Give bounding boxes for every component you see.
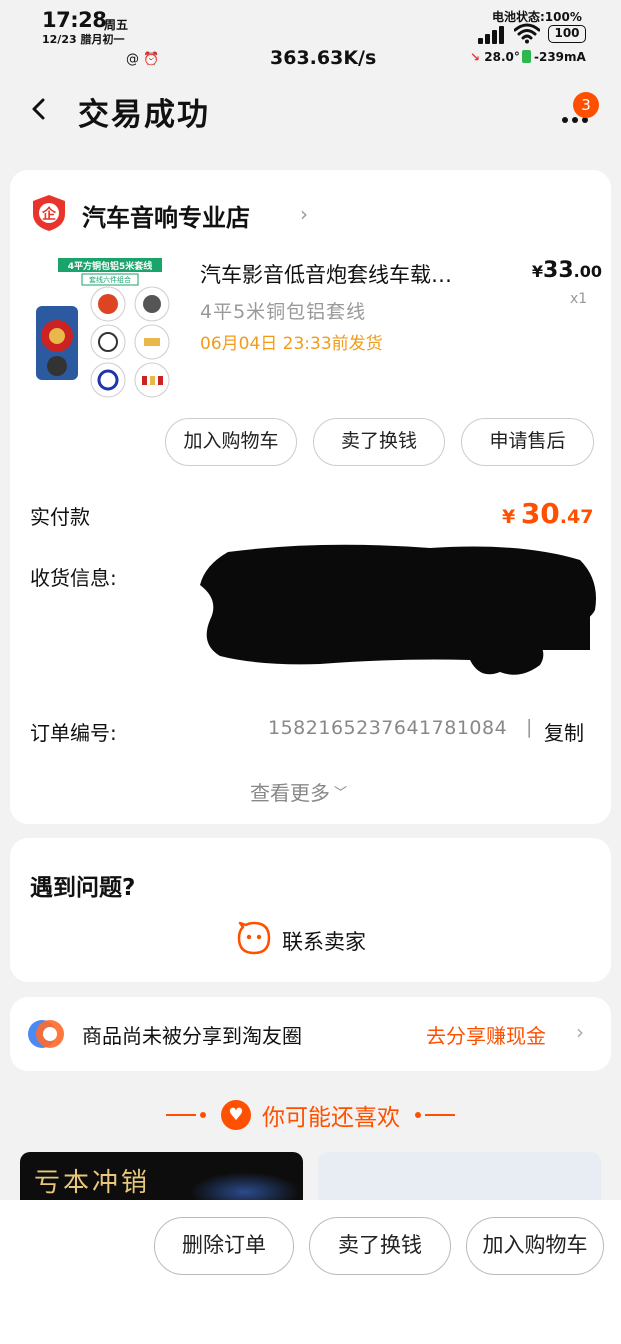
notification-badge: 3	[573, 92, 599, 118]
after-sale-button[interactable]: 申请售后	[461, 418, 594, 466]
shop-name[interactable]: 汽车音响专业店	[82, 198, 250, 233]
product-image-sub: 套线六件组合	[89, 275, 131, 284]
status-bar: 17:28 周五 12/23 腊月初一 @ ⏰ 363.63K/s 电池状态:1…	[0, 0, 621, 76]
problem-card: 遇到问题? 联系卖家	[10, 838, 611, 982]
shop-logo-icon: 企	[33, 195, 65, 231]
paid-symbol: ¥	[502, 506, 516, 528]
current-readout: -239mA	[522, 50, 586, 64]
charging-icon	[522, 50, 531, 63]
bottom-action-bar: 删除订单 卖了换钱 加入购物车	[0, 1200, 621, 1344]
order-card: 企 汽车音响专业店 › 4平方铜包铝5米套线 套线六件组合 汽车影音低音炮套线车…	[10, 170, 611, 824]
contact-seller-label: 联系卖家	[282, 930, 366, 954]
price-symbol: ¥	[531, 262, 544, 281]
order-number-label: 订单编号:	[30, 721, 117, 745]
heart-icon: ♥	[220, 1100, 251, 1130]
price-decimal: .00	[573, 262, 602, 281]
current-value: -239mA	[534, 50, 586, 64]
taoyou-circle-icon	[28, 1020, 64, 1048]
chevron-right-icon: ›	[300, 202, 308, 226]
divider-dot	[415, 1112, 422, 1118]
thermometer-icon: ↘	[470, 50, 481, 64]
status-left-icons: @ ⏰	[126, 52, 160, 67]
resell-button[interactable]: 卖了换钱	[309, 1217, 451, 1275]
back-arrow-icon[interactable]	[24, 94, 54, 124]
signal-icon	[478, 26, 506, 44]
shop-row[interactable]: 企 汽车音响专业店 ›	[32, 194, 592, 232]
more-button[interactable]: 3	[556, 92, 599, 128]
product-price: ¥33.00	[522, 258, 602, 283]
product-quantity: x1	[570, 291, 588, 307]
chevron-right-icon: ›	[576, 1020, 584, 1044]
product-image-banner: 4平方铜包铝5米套线	[68, 260, 153, 272]
product-title[interactable]: 汽车影音低音炮套线车载…	[200, 259, 500, 289]
product-spec: 4平5米铜包铝套线	[200, 301, 367, 323]
network-speed: 363.63K/s	[270, 47, 377, 69]
order-number: 1582165237641781084	[268, 717, 508, 739]
share-status-text: 商品尚未被分享到淘友圈	[82, 1024, 302, 1048]
svg-text:企: 企	[41, 206, 57, 223]
resell-button[interactable]: 卖了换钱	[313, 418, 445, 466]
divider-dot	[199, 1112, 206, 1118]
price-integer: 33	[543, 258, 574, 283]
view-more-button[interactable]: 查看更多 ﹀	[250, 777, 347, 806]
paid-amount: ¥ 30.47	[502, 497, 593, 530]
page-title: 交易成功	[78, 97, 210, 133]
nav-bar: 交易成功 3	[0, 80, 621, 144]
product-image[interactable]: 4平方铜包铝5米套线 套线六件组合	[32, 256, 180, 406]
recommend-title: 你可能还喜欢	[262, 1105, 401, 1131]
address-label: 收货信息:	[30, 566, 117, 590]
share-card[interactable]: 商品尚未被分享到淘友圈 去分享赚现金 ›	[10, 997, 611, 1071]
recommend-header: ♥ 你可能还喜欢	[0, 1098, 621, 1138]
paid-label: 实付款	[30, 505, 90, 529]
add-to-cart-button[interactable]: 加入购物车	[165, 418, 297, 466]
add-to-cart-button[interactable]: 加入购物车	[466, 1217, 604, 1275]
delete-order-button[interactable]: 删除订单	[154, 1217, 294, 1275]
copy-order-number-button[interactable]: 复制	[544, 717, 584, 746]
divider-line	[425, 1114, 456, 1116]
recommend-item-text: 亏本冲销	[34, 1168, 151, 1198]
chat-face-icon	[237, 921, 271, 955]
share-earn-link[interactable]: 去分享赚现金	[426, 1020, 546, 1049]
view-more-label: 查看更多	[250, 781, 330, 805]
problem-title: 遇到问题?	[30, 875, 136, 901]
temperature-readout: ↘ 28.0°	[470, 50, 520, 64]
address-redaction	[200, 544, 596, 675]
temperature-value: 28.0°	[484, 50, 520, 64]
wifi-icon	[514, 23, 540, 44]
divider-line	[165, 1114, 196, 1116]
order-number-separator: |	[526, 716, 533, 738]
status-time: 17:28	[42, 8, 107, 32]
ship-time: 06月04日 23:33前发货	[200, 334, 383, 354]
status-date: 12/23 腊月初一	[42, 33, 125, 46]
battery-icon: 100	[548, 25, 586, 43]
paid-decimal: .47	[559, 506, 594, 528]
chevron-down-icon: ﹀	[334, 786, 348, 801]
paid-integer: 30	[520, 497, 560, 530]
